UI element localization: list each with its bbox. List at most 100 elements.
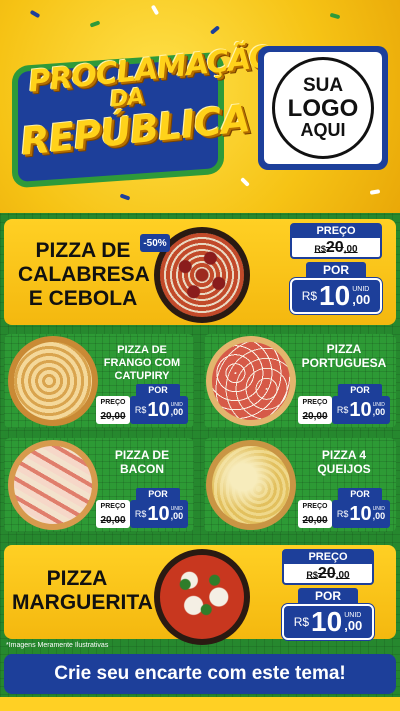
pizza-bacon-image bbox=[8, 440, 98, 530]
price-block: POR PREÇO 20,00 R$ 10 UNID ,00 bbox=[298, 384, 390, 424]
currency: R$ bbox=[306, 570, 318, 580]
product-name: PIZZA DE CALABRESA E CEBOLA bbox=[18, 239, 150, 311]
new-price-side: UNID ,00 bbox=[373, 403, 386, 417]
new-price-side: UNID ,00 bbox=[344, 612, 362, 632]
old-price: R$20,00 bbox=[306, 565, 349, 582]
confetti bbox=[89, 20, 101, 28]
currency: R$ bbox=[336, 405, 349, 415]
new-price: R$ 10 UNID ,00 bbox=[282, 604, 374, 640]
old-price: 20,00 bbox=[302, 411, 328, 422]
old-price: 20,00 bbox=[100, 515, 126, 526]
price-block: POR PREÇO 20,00 R$ 10 UNID ,00 bbox=[298, 488, 390, 528]
new-price-int: 10 bbox=[147, 398, 170, 421]
por-label: POR bbox=[298, 588, 358, 604]
new-price: R$ 10 UNID ,00 bbox=[332, 500, 390, 528]
new-price-int: 10 bbox=[147, 502, 170, 525]
new-price-cents: ,00 bbox=[170, 511, 184, 521]
old-price-tag: PREÇO 20,00 bbox=[298, 396, 332, 424]
pizza-portuguesa-image bbox=[206, 336, 296, 426]
new-price: R$ 10 UNID ,00 bbox=[130, 396, 188, 424]
currency: R$ bbox=[134, 405, 147, 415]
product-panel-marguerita: PIZZA MARGUERITA PREÇO R$20,00 POR R$ 10… bbox=[4, 545, 396, 645]
old-price: 20,00 bbox=[100, 411, 126, 422]
new-price-side: UNID ,00 bbox=[373, 507, 386, 521]
por-label: POR bbox=[338, 384, 382, 396]
new-price-int: 10 bbox=[311, 606, 343, 637]
old-price-tag: PREÇO R$20,00 bbox=[290, 223, 382, 259]
price-block: PREÇO R$20,00 POR R$ 10 UNID ,00 bbox=[282, 549, 374, 640]
logo-text-2: LOGO bbox=[287, 94, 359, 122]
old-price-label: PREÇO bbox=[100, 399, 126, 406]
confetti bbox=[240, 177, 250, 187]
logo-inner: SUA LOGO AQUI bbox=[264, 52, 382, 164]
confetti bbox=[329, 12, 341, 20]
bottom-strip bbox=[0, 697, 400, 711]
currency: R$ bbox=[336, 509, 349, 519]
por-label: POR bbox=[136, 488, 180, 500]
pizza-frango-image bbox=[8, 336, 98, 426]
confetti bbox=[150, 4, 160, 16]
disclaimer-text: *Imagens Meramente Ilustrativas bbox=[6, 642, 109, 649]
old-price-tag: PREÇO 20,00 bbox=[96, 396, 130, 424]
old-price-tag: PREÇO R$20,00 bbox=[282, 549, 374, 585]
price-block: POR PREÇO 20,00 R$ 10 UNID ,00 bbox=[96, 384, 188, 424]
old-price-int: 20 bbox=[317, 565, 336, 582]
product-cell-bacon: PIZZA DE BACON POR PREÇO 20,00 R$ 10 UNID ,0… bbox=[4, 438, 194, 532]
old-price-cents: ,00 bbox=[335, 570, 350, 581]
product-name: PIZZA 4 QUEIJOS bbox=[317, 448, 371, 477]
por-label: POR bbox=[306, 262, 366, 278]
new-price-int: 10 bbox=[319, 280, 351, 311]
product-name: PIZZA PORTUGUESA bbox=[301, 342, 387, 371]
new-price-side: UNID ,00 bbox=[352, 286, 370, 306]
event-title: PROCLAMAÇÃO DA REPÚBLICA bbox=[8, 39, 275, 200]
pizza-4-queijos-image bbox=[206, 440, 296, 530]
product-cell-4-queijos: PIZZA 4 QUEIJOS POR PREÇO 20,00 R$ 10 UNID,… bbox=[204, 438, 396, 532]
discount-badge: -50% bbox=[140, 234, 170, 252]
new-price-int: 10 bbox=[349, 502, 372, 525]
new-price-int: 10 bbox=[349, 398, 372, 421]
product-cell-portuguesa: PIZZA PORTUGUESA POR PREÇO 20,00 R$ 10 UNID… bbox=[204, 334, 396, 428]
confetti bbox=[209, 25, 221, 35]
new-price: R$ 10 UNID ,00 bbox=[130, 500, 188, 528]
old-price-label: PREÇO bbox=[100, 503, 126, 510]
old-price: R$20,00 bbox=[314, 239, 357, 256]
confetti bbox=[369, 189, 381, 195]
header-banner: PROCLAMAÇÃO DA REPÚBLICA SUA LOGO AQUI bbox=[0, 0, 400, 215]
por-label: POR bbox=[136, 384, 180, 396]
new-price-cents: ,00 bbox=[352, 292, 371, 307]
currency: R$ bbox=[314, 244, 326, 254]
old-price-tag: PREÇO 20,00 bbox=[96, 500, 130, 528]
old-price: 20,00 bbox=[302, 515, 328, 526]
logo-circle: SUA LOGO AQUI bbox=[272, 57, 374, 159]
old-price-label: PREÇO bbox=[284, 551, 372, 564]
logo-text-3: AQUI bbox=[300, 120, 346, 141]
new-price: R$ 10 UNID ,00 bbox=[290, 278, 382, 314]
old-price-tag: PREÇO 20,00 bbox=[298, 500, 332, 528]
currency: R$ bbox=[134, 509, 147, 519]
product-panel-calabresa: PIZZA DE CALABRESA E CEBOLA PREÇO R$20,0… bbox=[4, 219, 396, 325]
new-price-side: UNID ,00 bbox=[171, 403, 184, 417]
price-block: POR PREÇO 20,00 R$ 10 UNID ,00 bbox=[96, 488, 188, 528]
old-price-cents: ,00 bbox=[343, 244, 358, 255]
product-name: PIZZA MARGUERITA bbox=[12, 567, 153, 615]
new-price-cents: ,00 bbox=[170, 407, 184, 417]
old-price-int: 20 bbox=[325, 239, 344, 256]
por-label: POR bbox=[338, 488, 382, 500]
pizza-marguerita-image bbox=[154, 549, 250, 645]
new-price-cents: ,00 bbox=[372, 511, 386, 521]
confetti bbox=[29, 9, 41, 19]
currency: R$ bbox=[301, 289, 318, 303]
new-price-cents: ,00 bbox=[372, 407, 386, 417]
old-price-label: PREÇO bbox=[302, 399, 328, 406]
product-name: PIZZA DE FRANGO COM CATUPIRY bbox=[103, 344, 181, 383]
product-cell-frango: PIZZA DE FRANGO COM CATUPIRY POR PREÇO 20… bbox=[4, 334, 194, 428]
footer-banner[interactable]: Crie seu encarte com este tema! bbox=[4, 654, 396, 694]
logo-placeholder: SUA LOGO AQUI bbox=[258, 46, 388, 170]
currency: R$ bbox=[293, 615, 310, 629]
price-block: PREÇO R$20,00 POR R$ 10 UNID ,00 bbox=[290, 223, 382, 314]
new-price-cents: ,00 bbox=[344, 618, 363, 633]
old-price-label: PREÇO bbox=[302, 503, 328, 510]
logo-text-1: SUA bbox=[302, 74, 344, 96]
new-price: R$ 10 UNID ,00 bbox=[332, 396, 390, 424]
product-name: PIZZA DE BACON bbox=[114, 448, 170, 477]
